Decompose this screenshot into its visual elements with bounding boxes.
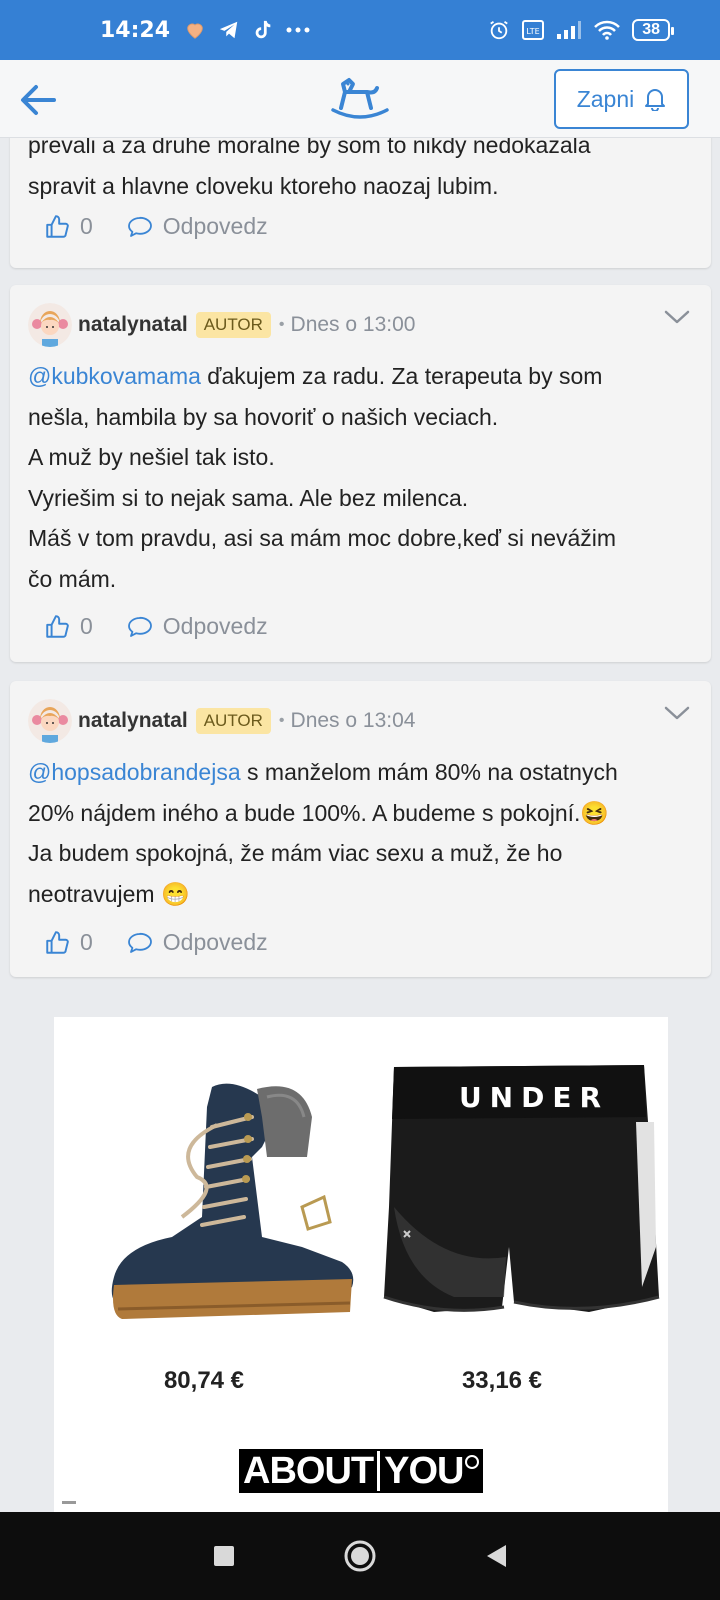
avatar[interactable] xyxy=(28,699,72,743)
product-price: 80,74 € xyxy=(163,1367,245,1394)
signal-icon xyxy=(557,21,582,39)
thumbs-up-icon xyxy=(46,214,69,238)
mention-link[interactable]: @kubkovamama xyxy=(28,363,201,389)
comment-card: prevali a za druhe moralne by som to nik… xyxy=(10,138,711,268)
notify-button[interactable]: Zapni xyxy=(554,69,689,129)
product-boot[interactable] xyxy=(62,1047,362,1337)
brand-left: ABOUT xyxy=(243,1450,374,1492)
brand-right: YOU xyxy=(384,1450,464,1492)
recents-button[interactable] xyxy=(204,1536,244,1576)
comment-line: Ja budem spokojná, že mám viac sexu a mu… xyxy=(28,840,563,866)
svg-text:LTE: LTE xyxy=(527,27,540,36)
author-badge: AUTOR xyxy=(195,708,271,734)
brand-circle xyxy=(465,1455,480,1469)
comment-text: prevali a za druhe moralne by som to nik… xyxy=(28,138,693,206)
back-arrow-icon[interactable] xyxy=(16,78,60,122)
tiktok-icon xyxy=(255,20,271,39)
speech-bubble-icon xyxy=(127,616,152,637)
comment-line: @hopsadobrandejsa s manželom mám 80% na … xyxy=(28,752,693,793)
status-icons-right: LTE 38 xyxy=(488,19,674,41)
chevron-down-icon[interactable] xyxy=(663,703,691,723)
comment-text: @kubkovamama ďakujem za radu. Za terapeu… xyxy=(28,356,693,599)
reply-label: Odpovedz xyxy=(162,613,268,639)
comment-card: natalynatal AUTOR • Dnes o 13:04 @hopsad… xyxy=(10,681,711,977)
comment-time: Dnes o 13:00 xyxy=(290,313,416,336)
username[interactable]: natalynatal xyxy=(78,313,188,337)
status-bar: 14:24 LTE 38 xyxy=(0,0,720,60)
system-navigation-bar xyxy=(0,1512,720,1600)
back-button[interactable] xyxy=(476,1536,516,1576)
separator-dot: • xyxy=(278,316,285,333)
volte-icon: LTE xyxy=(522,20,545,40)
like-button[interactable]: 0 xyxy=(44,213,93,240)
comment-line: Vyriešim si to nejak sama. Ale bez milen… xyxy=(28,484,469,511)
shorts-print-text: UNDER xyxy=(459,1081,609,1114)
thumbs-up-icon xyxy=(46,930,69,954)
heart-icon xyxy=(187,23,203,39)
bell-icon xyxy=(645,89,666,111)
like-button[interactable]: 0 xyxy=(44,613,93,640)
comment-line: Máš v tom pravdu, asi sa mám moc dobre,k… xyxy=(28,525,617,551)
comment-line: prevali a za druhe moralne by som to nik… xyxy=(28,138,591,158)
comments-feed: prevali a za druhe moralne by som to nik… xyxy=(0,138,720,1512)
reply-button[interactable]: Odpovedz xyxy=(127,929,268,956)
comment-time: Dnes o 13:04 xyxy=(290,709,416,732)
separator-dot: • xyxy=(278,712,285,729)
reply-button[interactable]: Odpovedz xyxy=(127,613,268,640)
advertisement[interactable]: UNDER 80,74 € 33,16 € ABOUT YOU xyxy=(54,1017,668,1512)
reply-label: Odpovedz xyxy=(162,213,268,239)
brand-separator xyxy=(377,1451,381,1491)
comment-line: 20% nájdem iného a bude 100%. A budeme s… xyxy=(28,799,610,826)
ad-indicator xyxy=(62,1501,76,1504)
comment-line-rest: ďakujem za radu. Za terapeuta by som xyxy=(200,363,603,389)
author-badge: AUTOR xyxy=(195,312,271,338)
like-count: 0 xyxy=(80,929,93,955)
status-icons-left xyxy=(184,18,310,42)
comment-card: natalynatal AUTOR • Dnes o 13:00 @kubkov… xyxy=(10,285,711,662)
comment-text: @hopsadobrandejsa s manželom mám 80% na … xyxy=(28,752,693,914)
mention-link[interactable]: @hopsadobrandejsa xyxy=(28,759,241,785)
username[interactable]: natalynatal xyxy=(78,709,188,733)
thumbs-up-icon xyxy=(46,614,69,638)
rocking-horse-logo[interactable] xyxy=(331,74,389,124)
comment-header: natalynatal AUTOR • Dnes o 13:00 xyxy=(28,303,415,347)
comment-line: nešla, hambila by sa hovoriť o našich ve… xyxy=(28,403,499,430)
square-icon xyxy=(214,1546,234,1566)
triangle-back-icon xyxy=(487,1545,506,1567)
like-count: 0 xyxy=(80,613,93,639)
like-button[interactable]: 0 xyxy=(44,929,93,956)
telegram-icon xyxy=(219,21,238,39)
comment-line: @kubkovamama ďakujem za radu. Za terapeu… xyxy=(28,356,693,397)
about-you-logo[interactable]: ABOUT YOU xyxy=(239,1449,484,1493)
more-icon xyxy=(286,27,310,33)
comment-line: neotravujem 😁 xyxy=(28,880,190,907)
product-price: 33,16 € xyxy=(461,1367,543,1394)
shorts-image: UNDER xyxy=(383,1065,660,1312)
comment-line: A muž by nešiel tak isto. xyxy=(28,444,275,470)
comment-line: čo mám. xyxy=(28,565,117,592)
speech-bubble-icon xyxy=(127,216,152,237)
comment-actions: 0 Odpovedz xyxy=(44,613,268,640)
app-header: Zapni xyxy=(0,60,720,138)
circle-icon xyxy=(344,1540,376,1572)
battery-icon: 38 xyxy=(632,19,674,41)
comment-line-rest: s manželom mám 80% na ostatnych xyxy=(240,759,618,785)
boot-image xyxy=(111,1083,354,1319)
comment-actions: 0 Odpovedz xyxy=(44,213,268,240)
chevron-down-icon[interactable] xyxy=(663,307,691,327)
avatar[interactable] xyxy=(28,303,72,347)
wifi-icon xyxy=(594,20,621,40)
product-shorts[interactable]: UNDER xyxy=(364,1047,664,1337)
comment-header: natalynatal AUTOR • Dnes o 13:04 xyxy=(28,699,415,743)
alarm-icon xyxy=(490,20,508,40)
status-time: 14:24 xyxy=(100,17,171,43)
reply-button[interactable]: Odpovedz xyxy=(127,213,268,240)
comment-actions: 0 Odpovedz xyxy=(44,929,268,956)
like-count: 0 xyxy=(80,213,93,239)
comment-line: spravit a hlavne cloveku ktoreho naozaj … xyxy=(28,172,499,199)
notify-label: Zapni xyxy=(576,85,635,112)
speech-bubble-icon xyxy=(127,932,152,953)
reply-label: Odpovedz xyxy=(162,929,268,955)
home-button[interactable] xyxy=(340,1536,380,1576)
